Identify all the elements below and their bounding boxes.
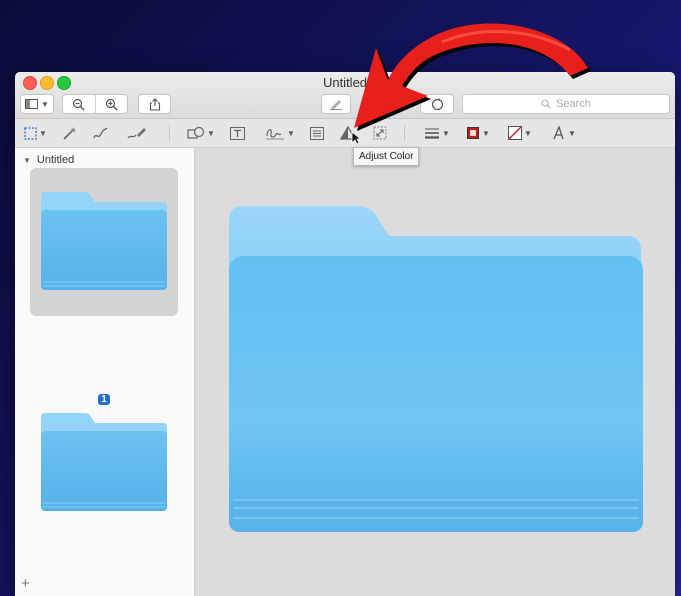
chevron-down-icon: ▼	[41, 99, 49, 109]
folder-icon	[229, 206, 643, 536]
note-icon	[310, 126, 324, 140]
magic-wand-icon	[62, 126, 78, 140]
text-tool[interactable]	[230, 124, 245, 142]
disclosure-triangle-icon: ▼	[23, 155, 31, 165]
signature-icon	[265, 126, 285, 140]
chevron-down-icon: ▼	[39, 128, 47, 138]
selection-tool[interactable]: ▼	[24, 124, 47, 142]
sidebar-icon	[25, 99, 39, 109]
zoom-in-icon	[105, 98, 118, 111]
document-group-header[interactable]: ▼ Untitled	[23, 154, 74, 166]
document-canvas[interactable]	[195, 148, 675, 596]
page-thumbnail-1[interactable]	[41, 192, 167, 292]
share-button[interactable]	[138, 94, 171, 114]
chevron-down-icon: ▼	[287, 128, 295, 138]
adjust-color-tooltip: Adjust Color	[353, 147, 420, 166]
zoom-control	[62, 94, 128, 114]
draw-icon	[127, 126, 147, 140]
folder-icon	[41, 192, 167, 292]
draw-tool[interactable]	[127, 124, 147, 142]
shapes-icon	[187, 126, 205, 140]
page-thumbnail-2[interactable]	[41, 413, 167, 513]
page-number-1: 1	[96, 394, 112, 405]
sketch-tool[interactable]	[93, 124, 109, 142]
chevron-down-icon: ▼	[207, 128, 215, 138]
sketch-icon	[93, 126, 109, 140]
text-box-icon	[230, 126, 245, 140]
red-curved-arrow-annotation	[330, 10, 600, 140]
folder-icon	[41, 413, 167, 513]
note-tool[interactable]	[310, 124, 324, 142]
rectangular-selection-icon	[24, 126, 37, 140]
sign-tool[interactable]: ▼	[265, 124, 295, 142]
folder-image	[229, 206, 643, 536]
zoom-out-button[interactable]	[63, 95, 96, 113]
preview-window: Untitled ▼ Search ▼ ▼ ▼ ▼ ▼ ▼ ▼ ▼ Untitl…	[15, 72, 675, 596]
toolbar-separator	[169, 125, 170, 141]
share-icon	[149, 97, 161, 111]
shapes-tool[interactable]: ▼	[187, 124, 215, 142]
sidebar-toggle-button[interactable]: ▼	[20, 94, 54, 114]
zoom-out-icon	[72, 98, 85, 111]
zoom-in-button[interactable]	[96, 95, 128, 113]
instant-alpha-tool[interactable]	[62, 124, 78, 142]
document-name: Untitled	[36, 154, 75, 166]
page-thumbnails-sidebar: ▼ Untitled 1 +	[15, 148, 195, 596]
add-page-button[interactable]: +	[21, 575, 30, 592]
